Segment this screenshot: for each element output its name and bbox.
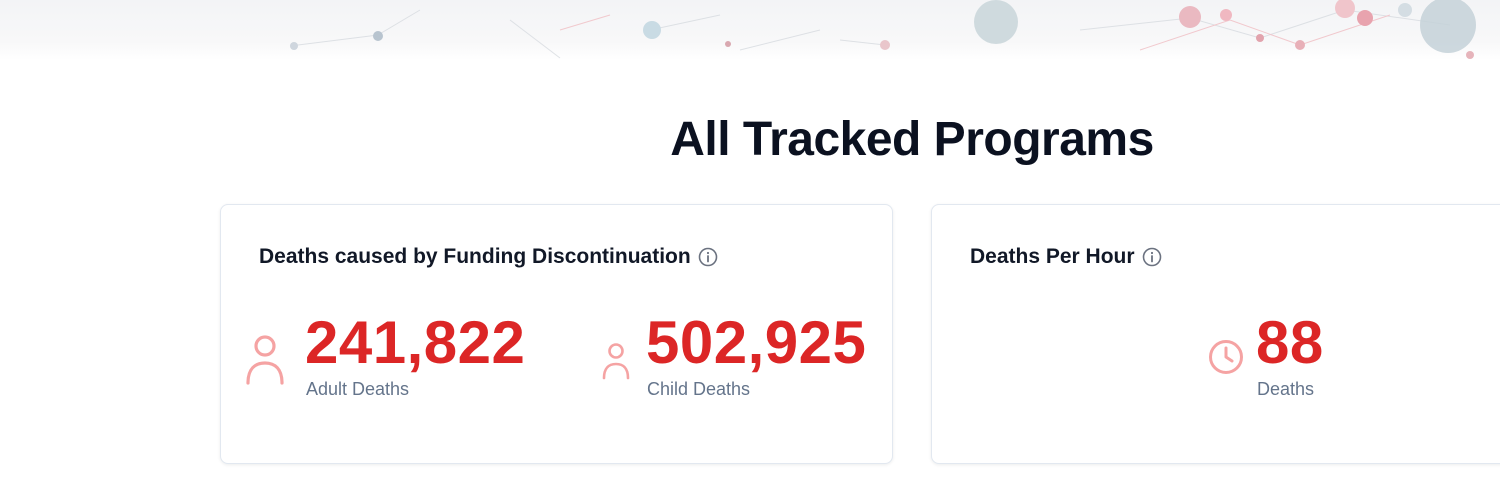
adult-person-icon: [245, 333, 285, 390]
page-title: All Tracked Programs: [670, 113, 1154, 166]
clock-icon: [1208, 339, 1244, 380]
deaths-per-hour-card: Deaths Per Hour 88 Deaths: [931, 204, 1500, 464]
deaths-per-hour-value: 88: [1256, 309, 1324, 376]
network-background-graphic: [289, 0, 1476, 59]
info-circle-icon[interactable]: [698, 247, 718, 267]
info-circle-icon[interactable]: [1142, 247, 1162, 267]
card-header: Deaths caused by Funding Discontinuation: [259, 245, 718, 269]
hero-banner: [0, 0, 1500, 60]
deaths-per-hour-label: Deaths: [1257, 379, 1315, 399]
funding-deaths-card: Deaths caused by Funding Discontinuation…: [220, 204, 893, 464]
card-title: Deaths caused by Funding Discontinuation: [259, 245, 691, 268]
adult-deaths-label: Adult Deaths: [306, 379, 410, 399]
card-header: Deaths Per Hour: [970, 245, 1162, 269]
child-person-icon: [601, 341, 631, 386]
card-title: Deaths Per Hour: [970, 245, 1135, 268]
child-deaths-label: Child Deaths: [647, 379, 751, 399]
child-deaths-value: 502,925: [646, 309, 867, 376]
adult-deaths-value: 241,822: [305, 309, 526, 376]
